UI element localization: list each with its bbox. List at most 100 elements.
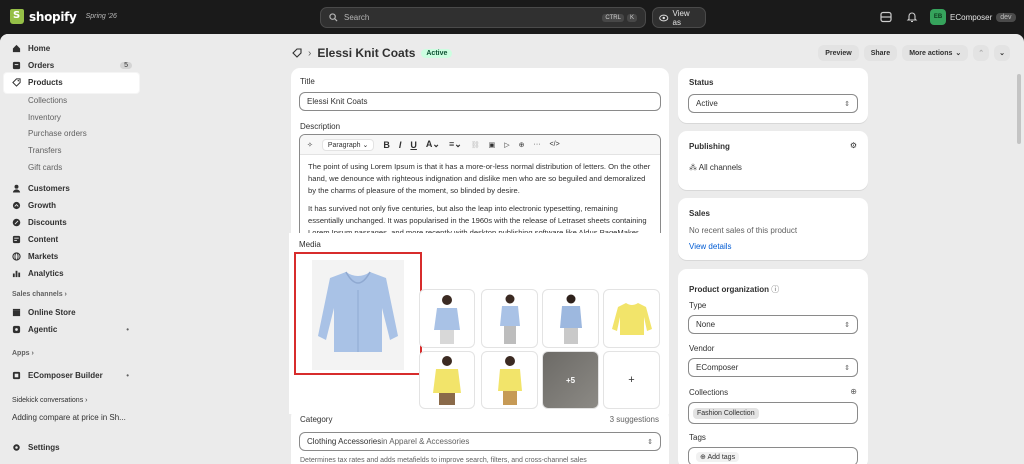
sidebar-item-content[interactable]: Content	[7, 231, 137, 248]
avatar: EB	[930, 9, 946, 25]
main-media-image[interactable]	[294, 252, 422, 375]
category-suggestions[interactable]: 3 suggestions	[610, 415, 659, 424]
type-value: None	[696, 320, 716, 329]
italic-icon[interactable]: I	[399, 140, 402, 150]
sidebar-item-products[interactable]: Products	[7, 74, 137, 91]
search-input[interactable]: Search CTRL K	[320, 7, 646, 28]
page-header: › Elessi Knit Coats Active Preview Share…	[292, 43, 1010, 63]
previous-product-button[interactable]: ⌃	[973, 45, 990, 61]
gear-icon	[12, 443, 21, 452]
sidebar-item-home[interactable]: Home	[7, 40, 137, 57]
sidebar-item-label: Online Store	[28, 308, 76, 317]
blue-coat-model-thumbnail	[434, 294, 460, 344]
person-icon	[12, 184, 21, 193]
type-label: Type	[689, 301, 707, 310]
sidebar-item-markets[interactable]: Markets	[7, 248, 137, 265]
attach-icon[interactable]: ⊕	[519, 141, 525, 149]
sales-label: Sales	[689, 209, 710, 218]
sidebar-item-analytics[interactable]: Analytics	[7, 265, 137, 282]
search-shortcut: CTRL K	[602, 13, 637, 22]
category-value: Clothing Accessories	[307, 437, 382, 446]
view-as-button[interactable]: View as	[652, 7, 706, 28]
more-icon[interactable]: ···	[534, 141, 541, 148]
bell-icon[interactable]	[906, 11, 918, 23]
sales-channels-heading[interactable]: Sales channels ›	[12, 291, 67, 298]
sidebar-item-label: Gift cards	[28, 163, 63, 172]
media-thumb-3[interactable]	[542, 289, 599, 348]
vendor-label: Vendor	[689, 344, 715, 353]
sidebar-item-inventory[interactable]: Inventory	[7, 109, 137, 126]
media-thumb-5[interactable]	[419, 351, 475, 409]
bold-icon[interactable]: B	[383, 140, 390, 150]
media-thumb-4[interactable]	[603, 289, 660, 348]
media-thumb-6[interactable]	[481, 351, 538, 409]
vendor-value: EComposer	[696, 363, 739, 372]
agentic-icon	[12, 325, 21, 334]
sidebar-item-settings[interactable]: Settings	[7, 439, 137, 456]
sidebar-item-discounts[interactable]: Discounts	[7, 214, 137, 231]
sidekick-conversation-item[interactable]: Adding compare at price in Sh...	[12, 413, 126, 422]
manage-channels-icon[interactable]: ⚙	[850, 141, 857, 150]
add-collection-icon[interactable]: ⊕	[850, 387, 857, 396]
align-icon[interactable]: ≡⌄	[449, 139, 462, 150]
magic-icon[interactable]: ✧	[307, 141, 313, 149]
yellow-coat-thumbnail	[611, 302, 652, 335]
sidebar-item-collections[interactable]: Collections	[7, 92, 137, 109]
status-select[interactable]: Active ⇕	[688, 94, 858, 113]
sidebar-item-label: Products	[28, 78, 63, 87]
image-icon[interactable]: ▣	[489, 141, 496, 149]
underline-icon[interactable]: U	[410, 140, 417, 150]
collection-chip[interactable]: Fashion Collection	[693, 407, 759, 419]
sidebar-item-ecomposer[interactable]: EComposer Builder •	[7, 367, 137, 384]
add-media-button[interactable]: +	[603, 351, 660, 409]
type-select[interactable]: None ⇕	[688, 315, 858, 334]
category-select[interactable]: Clothing Accessories in Apparel & Access…	[299, 432, 661, 451]
video-icon[interactable]: ▷	[504, 141, 509, 149]
sales-channels-label: Sales channels	[12, 291, 63, 298]
publishing-label: Publishing	[689, 142, 730, 151]
more-actions-button[interactable]: More actions ⌄	[902, 45, 969, 61]
sidebar-item-gift-cards[interactable]: Gift cards	[7, 159, 137, 176]
sidebar-item-label: Inventory	[28, 113, 61, 122]
sidebar-item-growth[interactable]: Growth	[7, 197, 137, 214]
media-thumb-1[interactable]	[419, 289, 475, 348]
account-menu[interactable]: EB EComposer dev	[930, 9, 1016, 25]
preview-button[interactable]: Preview	[818, 45, 859, 61]
sidebar-item-orders[interactable]: Orders 5	[7, 57, 137, 74]
next-product-button[interactable]: ⌄	[994, 45, 1010, 61]
tags-input[interactable]: ⊕ Add tags	[688, 447, 858, 464]
paragraph-select[interactable]: Paragraph ⌄	[321, 138, 375, 151]
sidebar-item-customers[interactable]: Customers	[7, 180, 137, 197]
chart-icon	[12, 269, 21, 278]
apps-heading[interactable]: Apps ›	[12, 350, 34, 357]
media-thumb-2[interactable]	[481, 289, 538, 348]
media-section: Media +5 +	[289, 233, 669, 414]
yellow-coat-side-thumbnail	[497, 356, 522, 405]
vendor-select[interactable]: EComposer ⇕	[688, 358, 858, 377]
add-tags-button[interactable]: ⊕ Add tags	[696, 451, 740, 462]
text-color-icon[interactable]: A⌄	[426, 139, 440, 150]
more-media-tile[interactable]: +5	[542, 351, 599, 409]
sidebar-item-agentic[interactable]: Agentic •	[7, 321, 137, 338]
inbox-icon[interactable]	[880, 11, 892, 23]
link-icon[interactable]: ⛓	[471, 141, 480, 149]
sidebar-item-transfers[interactable]: Transfers	[7, 142, 137, 159]
sidebar-item-label: Orders	[28, 61, 55, 70]
page-scrollbar[interactable]	[1017, 74, 1021, 144]
sidekick-heading[interactable]: Sidekick conversations ›	[12, 397, 87, 404]
orders-icon	[12, 61, 21, 70]
sidebar-item-online-store[interactable]: Online Store	[7, 304, 137, 321]
title-input[interactable]: Elessi Knit Coats	[299, 92, 661, 111]
sidebar-item-purchase-orders[interactable]: Purchase orders	[7, 125, 137, 142]
collections-input[interactable]: Fashion Collection	[688, 402, 858, 424]
share-button[interactable]: Share	[863, 45, 898, 61]
blue-knit-coat-image	[312, 260, 404, 370]
all-channels-item: ⁂ All channels	[689, 163, 742, 172]
page-title: Elessi Knit Coats	[317, 46, 416, 60]
view-details-link[interactable]: View details	[689, 242, 732, 251]
blue-coat-side-thumbnail	[499, 294, 520, 344]
shopify-logo[interactable]: shopify Spring '26	[10, 9, 117, 24]
brand-name: shopify	[29, 9, 77, 24]
code-icon[interactable]: </>	[550, 141, 560, 148]
info-icon[interactable]: ⓘ	[771, 285, 779, 294]
